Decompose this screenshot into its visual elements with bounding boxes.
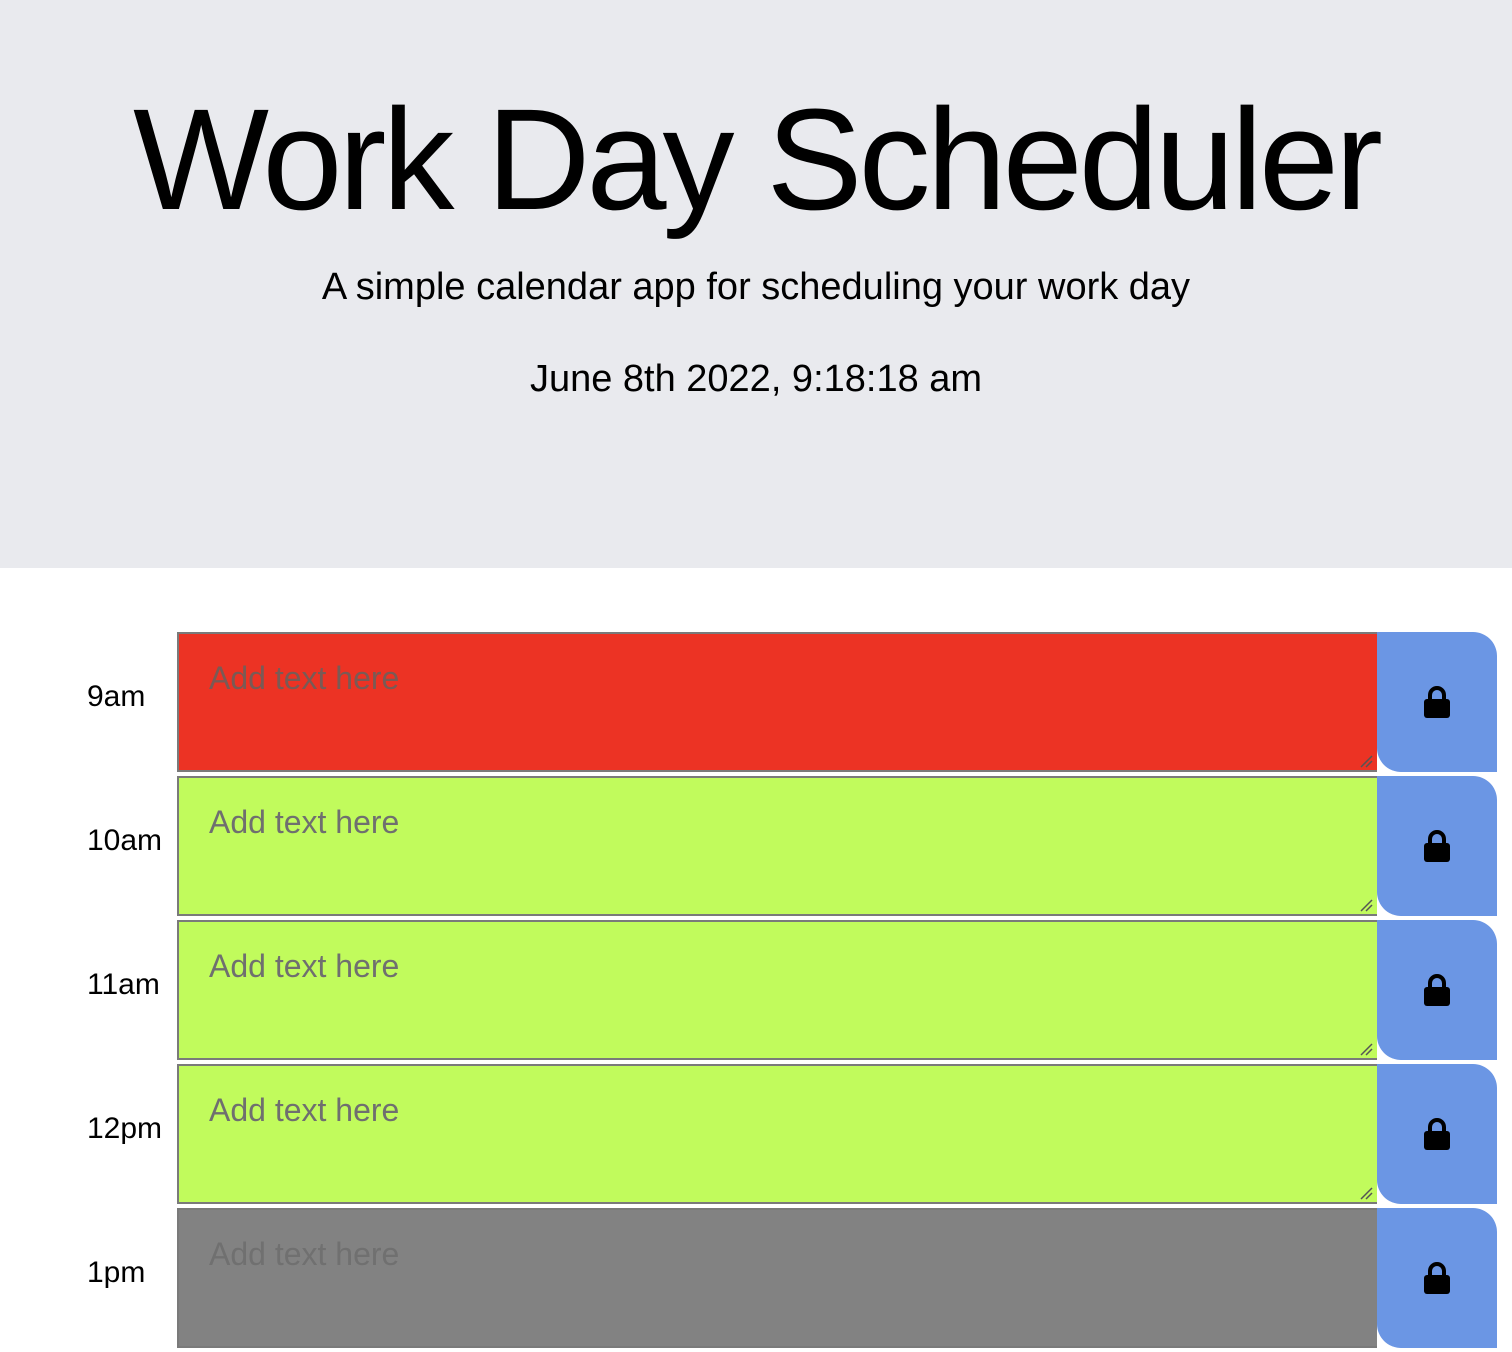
lock-icon (1424, 974, 1450, 1006)
page-subtitle: A simple calendar app for scheduling you… (321, 266, 1191, 308)
event-textarea[interactable] (177, 1208, 1377, 1348)
event-textarea[interactable] (177, 776, 1377, 916)
save-button[interactable] (1377, 1064, 1497, 1204)
time-block-row: 9am (0, 632, 1512, 776)
lock-icon (1424, 1262, 1450, 1294)
lock-icon (1424, 686, 1450, 718)
event-textarea[interactable] (177, 1064, 1377, 1204)
time-block-row: 10am (0, 776, 1512, 920)
lock-icon (1424, 830, 1450, 862)
hour-label: 9am (87, 680, 146, 713)
time-block-row: 11am (0, 920, 1512, 1064)
hour-label: 1pm (87, 1256, 146, 1289)
current-datetime: June 8th 2022, 9:18:18 am (529, 358, 983, 400)
page-title: Work Day Scheduler (133, 79, 1383, 240)
time-block-list: 9am 10am 11am (0, 632, 1512, 1352)
lock-icon (1424, 1118, 1450, 1150)
hour-label: 11am (87, 968, 160, 1001)
save-button[interactable] (1377, 776, 1497, 916)
event-textarea[interactable] (177, 920, 1377, 1060)
save-button[interactable] (1377, 632, 1497, 772)
save-button[interactable] (1377, 1208, 1497, 1348)
hour-label: 12pm (87, 1112, 163, 1145)
time-block-row: 12pm (0, 1064, 1512, 1208)
event-textarea[interactable] (177, 632, 1377, 772)
save-button[interactable] (1377, 920, 1497, 1060)
hour-label: 10am (87, 824, 163, 857)
jumbotron-header: Work Day Scheduler A simple calendar app… (0, 0, 1512, 568)
time-block-row: 1pm (0, 1208, 1512, 1352)
